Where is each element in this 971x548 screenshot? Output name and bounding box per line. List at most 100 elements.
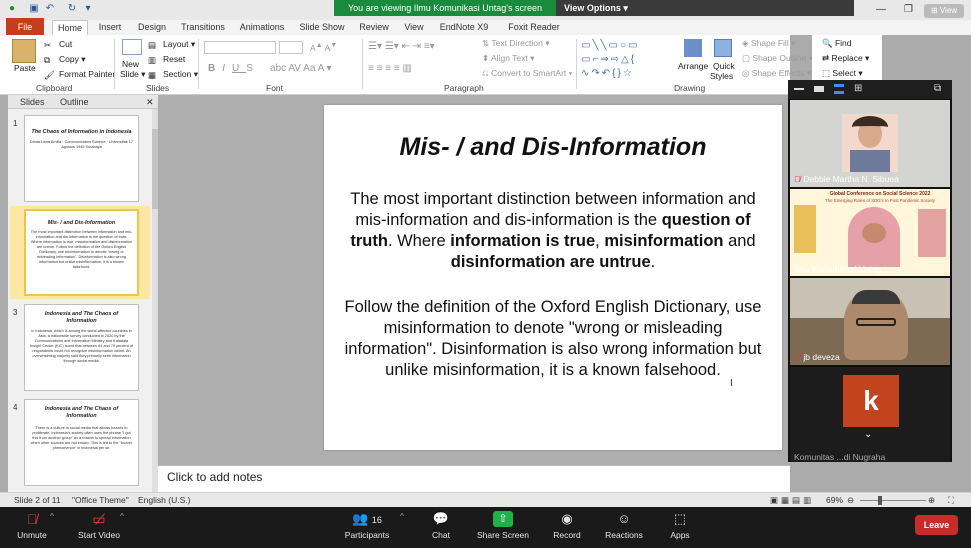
- view-buttons[interactable]: ▣▦▤▥: [770, 495, 814, 506]
- speaker-view-icon[interactable]: [814, 86, 824, 92]
- notes-placeholder[interactable]: Click to add notes: [167, 470, 262, 484]
- view-options-button[interactable]: View Options ▾: [564, 2, 628, 14]
- slide-title[interactable]: Mis- / and Dis-Information: [324, 133, 782, 162]
- paste-icon[interactable]: [12, 39, 36, 63]
- redo-icon[interactable]: ↻: [66, 3, 78, 15]
- quick-styles-icon[interactable]: [714, 39, 732, 57]
- arrange-icon[interactable]: [684, 39, 702, 57]
- tab-outline[interactable]: Outline: [60, 95, 89, 109]
- text-run-bold: disinformation are untrue: [450, 253, 651, 271]
- cut-button[interactable]: ✂ Cut: [44, 39, 72, 50]
- replace-button[interactable]: ⇄ Replace ▾: [822, 53, 869, 64]
- find-button[interactable]: 🔍 Find: [822, 38, 852, 49]
- format-painter-button[interactable]: 🖌 Format Painter: [44, 69, 115, 80]
- share-screen-button[interactable]: ⇧ Share Screen: [476, 511, 530, 540]
- new-slide-label: Slide: [120, 69, 139, 79]
- gallery-view-button[interactable]: ⊞ View: [924, 4, 964, 18]
- unmute-button[interactable]: 🎙̸ Unmute: [14, 511, 50, 540]
- select-button[interactable]: ⬚ Select ▾: [822, 68, 863, 79]
- tab-transitions[interactable]: Transitions: [178, 20, 228, 35]
- chevron-down-icon[interactable]: ⌄: [864, 429, 872, 440]
- reactions-button[interactable]: ☺ Reactions: [602, 511, 646, 540]
- copy-button[interactable]: ⧉ Copy ▾: [44, 54, 85, 65]
- layout-button[interactable]: ▤ Layout ▾: [148, 39, 195, 50]
- tab-view[interactable]: View: [398, 20, 430, 35]
- restore-icon[interactable]: ❐: [904, 4, 913, 15]
- paste-button[interactable]: Paste: [14, 63, 36, 73]
- chevron-down-icon: ▾: [623, 3, 628, 13]
- participants-options-icon[interactable]: ^: [400, 511, 404, 521]
- pop-out-icon[interactable]: ⧉: [934, 83, 941, 94]
- spacing-icon[interactable]: abc AV Aa A ▾: [270, 63, 332, 74]
- bullets-icon[interactable]: ☰▾ ☰▾ ⇤ ⇥ ≡▾: [368, 41, 435, 52]
- slide-thumbnail-1[interactable]: The Chaos of Information in Indonesia Di…: [24, 115, 139, 202]
- gallery-grid-icon[interactable]: ⊞: [854, 83, 862, 94]
- reset-button[interactable]: ▥ Reset: [148, 54, 185, 65]
- slide-canvas[interactable]: Mis- / and Dis-Information The most impo…: [324, 105, 782, 450]
- align-text-button[interactable]: ⬍ Align Text ▾: [482, 53, 534, 64]
- zoom-in-icon[interactable]: ⊕: [928, 495, 935, 506]
- slide-paragraph-1[interactable]: The most important distinction between i…: [346, 189, 760, 273]
- record-button[interactable]: ◉ Record: [550, 511, 584, 540]
- video-tile-2[interactable]: Global Conference on Social Science 2022…: [790, 189, 950, 276]
- tab-foxit[interactable]: Foxit Reader PDF: [498, 20, 570, 47]
- zoom-slider[interactable]: [860, 500, 926, 501]
- zoom-out-icon[interactable]: ⊖: [847, 495, 854, 506]
- font-format-buttons[interactable]: BIUS: [208, 63, 260, 74]
- fit-to-window-icon[interactable]: ⛶: [948, 495, 954, 506]
- save-icon[interactable]: ▣: [28, 3, 40, 15]
- minimize-video-icon[interactable]: [794, 88, 804, 90]
- tab-animations[interactable]: Animations: [236, 20, 288, 35]
- zoom-slider-thumb[interactable]: [878, 496, 882, 505]
- slide-thumbnail-4[interactable]: Indonesia and The Chaos of Information T…: [24, 399, 139, 486]
- slide-paragraph-2[interactable]: Follow the definition of the Oxford Engl…: [340, 297, 766, 381]
- shape-outline-button[interactable]: ▢ Shape Outline ▾: [742, 53, 813, 64]
- minimize-icon[interactable]: —: [876, 4, 886, 15]
- tab-file[interactable]: File: [6, 18, 44, 36]
- start-video-button[interactable]: ▭̸ Start Video: [74, 511, 124, 540]
- slide-thumbnail-3[interactable]: Indonesia and The Chaos of Information I…: [24, 304, 139, 391]
- font-family-select[interactable]: [204, 41, 276, 54]
- reactions-icon: ☺: [617, 511, 631, 526]
- muted-mic-icon: 🎙̸: [794, 174, 801, 184]
- convert-smartart-button[interactable]: ⎌ Convert to SmartArt ▾: [482, 68, 572, 79]
- font-size-select[interactable]: [279, 41, 303, 54]
- tab-endnote[interactable]: EndNote X9: [438, 20, 490, 35]
- align-icons[interactable]: ≡ ≡ ≡ ≡ ▥: [368, 63, 412, 74]
- video-tile-1[interactable]: 🎙̸ Debbie Martha N. Sibuea: [790, 100, 950, 187]
- shapes-gallery[interactable]: ▭╲╲▭○▭ ▭⌐⇒⇨△{∿↷↶{}☆: [581, 39, 677, 81]
- slide-thumbnail-2[interactable]: Mis- / and Dis-Information The most impo…: [24, 209, 139, 296]
- undo-icon[interactable]: ↶: [44, 3, 56, 15]
- tab-review[interactable]: Review: [356, 20, 392, 35]
- language-indicator[interactable]: English (U.S.): [138, 495, 190, 505]
- tab-insert[interactable]: Insert: [92, 20, 128, 35]
- arrange-button[interactable]: Arrange: [678, 61, 708, 71]
- new-slide-button-line2[interactable]: Slide ▾: [120, 69, 146, 80]
- grow-font-icon[interactable]: A▲ A▼: [310, 41, 337, 53]
- video-tile-3[interactable]: 🎙̸ jb deveza: [790, 278, 950, 365]
- text-direction-button[interactable]: ⇅ Text Direction ▾: [482, 38, 549, 49]
- shape-fill-button[interactable]: ◈ Shape Fill ▾: [742, 38, 795, 49]
- quick-styles-button-line2[interactable]: Styles: [710, 71, 733, 81]
- video-options-icon[interactable]: ^: [120, 511, 124, 521]
- participants-button[interactable]: 👥 16 Participants: [342, 511, 392, 540]
- notes-pane[interactable]: Click to add notes: [158, 465, 790, 492]
- section-button[interactable]: ▦ Section ▾: [148, 69, 198, 80]
- leave-button[interactable]: Leave: [915, 515, 958, 535]
- quick-styles-button[interactable]: Quick: [713, 61, 735, 71]
- apps-button[interactable]: ⬚ Apps: [666, 511, 694, 540]
- tab-home[interactable]: Home: [52, 20, 88, 35]
- new-slide-button[interactable]: New: [122, 59, 139, 69]
- chat-button[interactable]: 💬 Chat: [426, 511, 456, 540]
- shape-effects-button[interactable]: ◎ Shape Effects ▾: [742, 68, 811, 79]
- video-tile-4[interactable]: k ⌄ Komunitas ...di Nugraha: [790, 367, 950, 462]
- tab-design[interactable]: Design: [134, 20, 170, 35]
- strip-view-icon[interactable]: [834, 84, 844, 94]
- audio-options-icon[interactable]: ^: [50, 511, 54, 521]
- tab-slide-show[interactable]: Slide Show: [296, 20, 348, 35]
- zoom-level[interactable]: 69%: [826, 495, 843, 505]
- new-slide-icon[interactable]: [122, 39, 142, 55]
- customize-qat-icon[interactable]: ▾: [82, 3, 94, 15]
- close-pane-icon[interactable]: ✕: [146, 95, 154, 109]
- tab-slides[interactable]: Slides: [20, 95, 45, 109]
